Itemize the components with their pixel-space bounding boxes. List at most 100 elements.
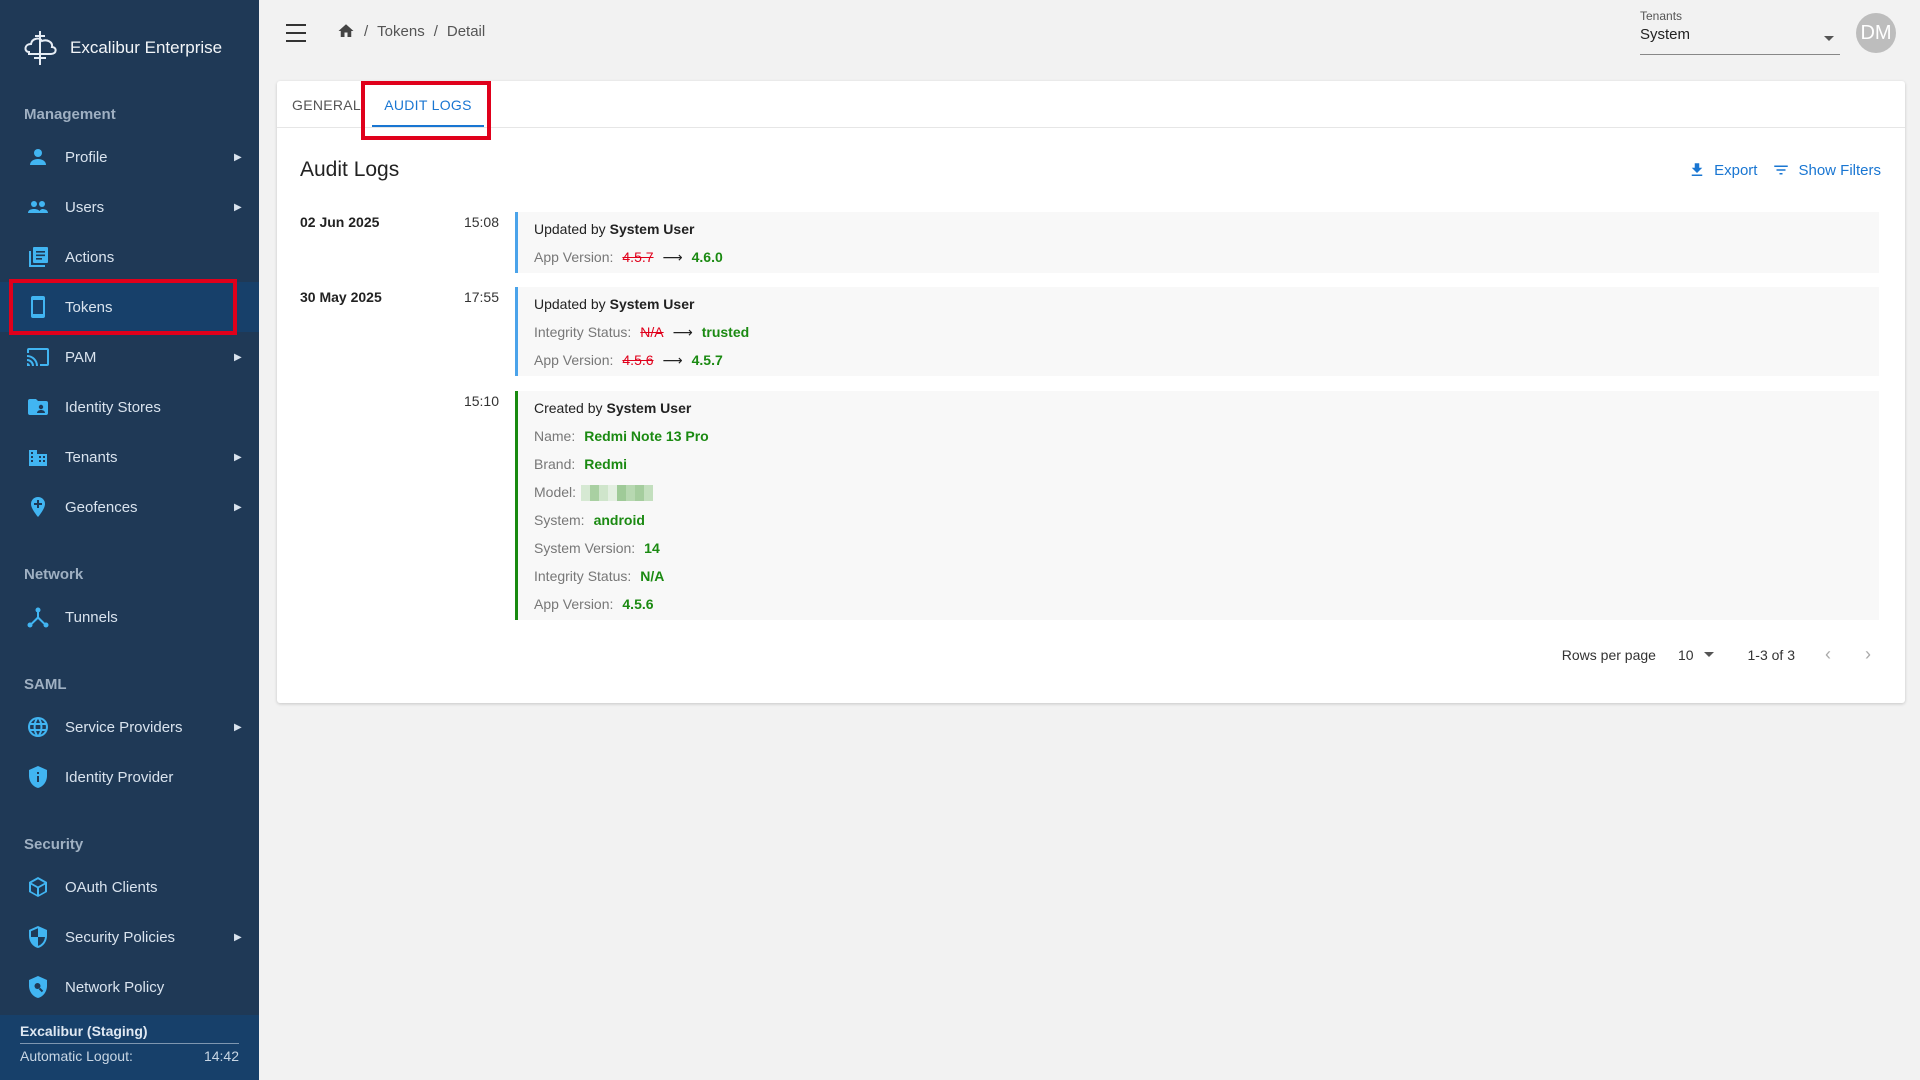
- menu-toggle-button[interactable]: [283, 20, 309, 46]
- home-icon[interactable]: [337, 22, 355, 40]
- person-icon: [26, 145, 50, 169]
- breadcrumb: / Tokens / Detail: [337, 22, 485, 40]
- arrow-right-icon: ⟶: [662, 249, 683, 265]
- cube-icon: [26, 875, 50, 899]
- tab-general[interactable]: GENERAL: [292, 81, 361, 128]
- tab-audit-logs[interactable]: AUDIT LOGS: [372, 81, 484, 128]
- sidebar-item-geofences[interactable]: Geofences ▶: [0, 482, 259, 532]
- cast-icon: [26, 345, 50, 369]
- breadcrumb-separator: /: [364, 22, 369, 40]
- field-label: App Version:: [534, 352, 614, 368]
- page-title: Audit Logs: [300, 158, 400, 181]
- log-entry: Updated by System User Integrity Status:…: [515, 287, 1879, 376]
- section-saml: SAML: [24, 676, 67, 693]
- sidebar-item-security-policies[interactable]: Security Policies ▶: [0, 912, 259, 962]
- sidebar-item-label: Actions: [65, 248, 115, 266]
- section-network: Network: [24, 566, 84, 583]
- globe-icon: [26, 715, 50, 739]
- log-date: 30 May 2025: [300, 289, 382, 305]
- sidebar-item-label: Users: [65, 198, 105, 216]
- sidebar-item-label: PAM: [65, 348, 97, 366]
- sidebar-item-network-policy[interactable]: Network Policy: [0, 962, 259, 1012]
- pagination: Rows per page 10 1-3 of 3 ‹ ›: [1562, 644, 1875, 665]
- chevron-right-icon: ▶: [234, 931, 242, 943]
- log-time: 17:55: [463, 289, 499, 305]
- log-action: Updated by: [534, 296, 606, 312]
- section-management: Management: [24, 106, 116, 123]
- tenant-select-value: System: [1640, 26, 1691, 43]
- tab-active-indicator: [372, 125, 484, 127]
- tenant-select[interactable]: Tenants System: [1640, 9, 1840, 55]
- users-icon: [26, 195, 50, 219]
- sidebar-item-tenants[interactable]: Tenants ▶: [0, 432, 259, 482]
- phone-icon: [26, 295, 50, 319]
- hamburger-icon: [286, 40, 306, 42]
- chevron-right-icon: ▶: [234, 501, 242, 513]
- old-value: N/A: [640, 324, 664, 340]
- log-action: Updated by: [534, 221, 606, 237]
- sidebar-item-label: Tunnels: [65, 608, 118, 626]
- tunnel-icon: [26, 605, 50, 629]
- log-user: System User: [609, 221, 695, 237]
- breadcrumb-tokens[interactable]: Tokens: [377, 23, 425, 40]
- sidebar-item-profile[interactable]: Profile ▶: [0, 132, 259, 182]
- hamburger-icon: [286, 24, 306, 26]
- breadcrumb-separator: /: [433, 22, 438, 40]
- environment-name: Excalibur (Staging): [20, 1023, 148, 1039]
- sidebar-item-actions[interactable]: Actions: [0, 232, 259, 282]
- sidebar-item-oauth-clients[interactable]: OAuth Clients: [0, 862, 259, 912]
- arrow-right-icon: ⟶: [662, 352, 683, 368]
- rows-per-page-select[interactable]: 10: [1678, 647, 1714, 663]
- pagination-range: 1-3 of 3: [1747, 646, 1795, 663]
- sidebar-item-identity-stores[interactable]: Identity Stores: [0, 382, 259, 432]
- new-value: 4.6.0: [691, 249, 723, 265]
- chevron-right-icon: ▶: [234, 351, 242, 363]
- log-entry: Updated by System User App Version: 4.5.…: [515, 212, 1879, 273]
- field-value: Redmi Note 13 Pro: [584, 428, 709, 444]
- next-page-button[interactable]: ›: [1861, 644, 1875, 665]
- sidebar-item-identity-provider[interactable]: Identity Provider: [0, 752, 259, 802]
- brand[interactable]: Excalibur Enterprise: [20, 26, 222, 70]
- tenant-select-label: Tenants: [1640, 9, 1683, 23]
- log-entry: Created by System User Name: Redmi Note …: [515, 391, 1879, 620]
- previous-page-button[interactable]: ‹: [1821, 644, 1835, 665]
- shield-info-icon: [26, 765, 50, 789]
- log-date: 02 Jun 2025: [300, 214, 380, 230]
- log-action: Created by: [534, 400, 603, 416]
- export-label: Export: [1714, 161, 1758, 179]
- sidebar-item-pam[interactable]: PAM ▶: [0, 332, 259, 382]
- log-user: System User: [606, 400, 692, 416]
- folder-account-icon: [26, 395, 50, 419]
- filter-icon: [1774, 165, 1789, 175]
- actions-icon: [26, 245, 50, 269]
- sidebar-item-label: Service Providers: [65, 718, 183, 736]
- redacted-model-value: [581, 485, 654, 501]
- tab-bar: GENERAL AUDIT LOGS: [277, 81, 1905, 128]
- shield-search-icon: [26, 975, 50, 999]
- sidebar-item-label: Network Policy: [65, 978, 165, 996]
- avatar[interactable]: DM: [1856, 13, 1896, 53]
- show-filters-button[interactable]: Show Filters: [1772, 161, 1881, 179]
- sidebar-item-tokens[interactable]: Tokens: [0, 282, 259, 332]
- sidebar-item-tunnels[interactable]: Tunnels: [0, 592, 259, 642]
- field-label: Brand:: [534, 456, 576, 472]
- field-label: System:: [534, 512, 585, 528]
- token-detail-card: GENERAL AUDIT LOGS Audit Logs Export Sho…: [277, 81, 1905, 703]
- log-user: System User: [609, 296, 695, 312]
- field-label: App Version:: [534, 596, 614, 612]
- location-add-icon: [26, 495, 50, 519]
- sidebar-item-users[interactable]: Users ▶: [0, 182, 259, 232]
- sidebar-item-service-providers[interactable]: Service Providers ▶: [0, 702, 259, 752]
- field-label: Name:: [534, 428, 576, 444]
- sidebar-item-label: Identity Provider: [65, 768, 174, 786]
- export-button[interactable]: Export: [1688, 161, 1757, 179]
- sidebar: Excalibur Enterprise Management Profile …: [0, 0, 259, 1080]
- show-filters-label: Show Filters: [1798, 161, 1881, 179]
- field-value: android: [593, 512, 645, 528]
- new-value: trusted: [701, 324, 750, 340]
- audit-actions: Export Show Filters: [1688, 161, 1881, 179]
- caret-down-icon: [1703, 652, 1714, 657]
- field-value: 4.5.6: [622, 596, 654, 612]
- excalibur-logo-icon: [24, 31, 57, 65]
- sidebar-item-label: OAuth Clients: [65, 878, 158, 896]
